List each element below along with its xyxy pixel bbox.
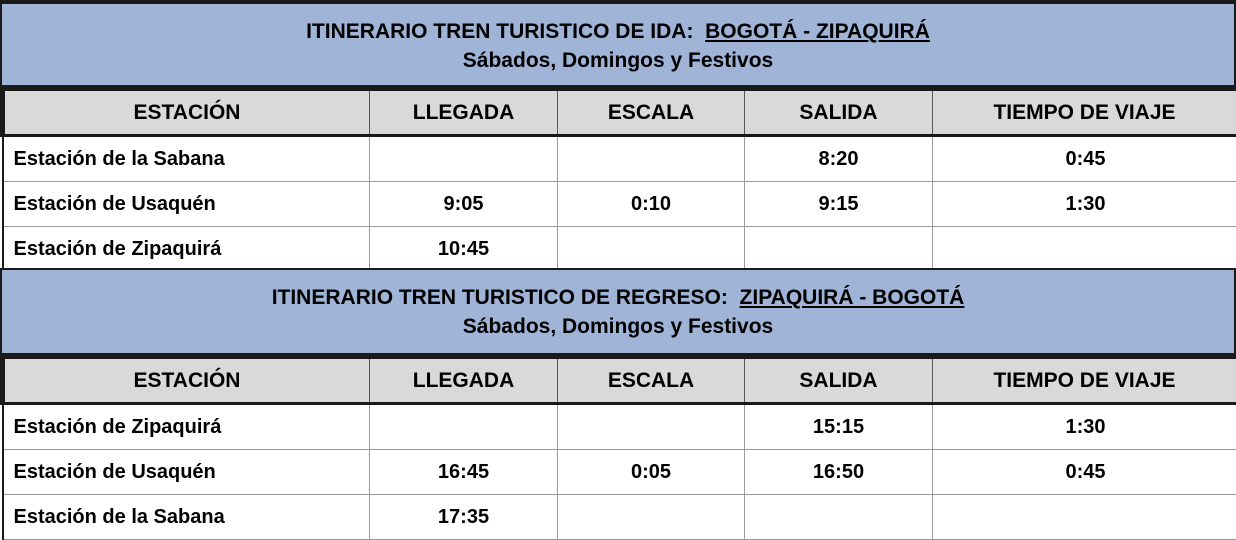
- regreso-subtitle: Sábados, Domingos y Festivos: [462, 315, 774, 338]
- escala-cell: [557, 135, 745, 182]
- regreso-route: ZIPAQUIRÁ - BOGOTÁ: [739, 286, 965, 309]
- table-row: Estación de Usaquén 16:45 0:05 16:50 0:4…: [1, 449, 1236, 495]
- ida-header-row: ESTACIÓN LLEGADA ESCALA SALIDA TIEMPO DE…: [0, 88, 1236, 137]
- table-row: Estación de Zipaquirá 15:15 1:30: [1, 403, 1236, 450]
- regreso-header-row: ESTACIÓN LLEGADA ESCALA SALIDA TIEMPO DE…: [0, 356, 1236, 405]
- llegada-cell: 10:45: [369, 226, 558, 272]
- escala-cell: 0:10: [557, 181, 745, 227]
- llegada-cell: 16:45: [369, 449, 558, 495]
- station-cell: Estación de Usaquén: [1, 449, 370, 495]
- ida-section: ITINERARIO TREN TURISTICO DE IDA: BOGOTÁ…: [0, 0, 1236, 272]
- salida-cell: [744, 494, 933, 540]
- station-cell: Estación de Zipaquirá: [1, 226, 370, 272]
- ida-title-band: ITINERARIO TREN TURISTICO DE IDA: BOGOTÁ…: [0, 0, 1236, 88]
- table-row: Estación de Usaquén 9:05 0:10 9:15 1:30: [1, 181, 1236, 227]
- header-tiempo-de-viaje: TIEMPO DE VIAJE: [932, 356, 1236, 405]
- header-escala: ESCALA: [557, 88, 745, 137]
- table-row: Estación de Zipaquirá 10:45: [1, 226, 1236, 272]
- header-llegada: LLEGADA: [369, 356, 558, 405]
- salida-cell: 8:20: [744, 135, 933, 182]
- salida-cell: 15:15: [744, 403, 933, 450]
- tiempo-cell: 1:30: [932, 403, 1236, 450]
- regreso-title-band: ITINERARIO TREN TURISTICO DE REGRESO: ZI…: [0, 268, 1236, 356]
- regreso-title: ITINERARIO TREN TURISTICO DE REGRESO: ZI…: [2, 270, 1234, 313]
- tiempo-cell: 1:30: [932, 181, 1236, 227]
- station-cell: Estación de Zipaquirá: [1, 403, 370, 450]
- tiempo-cell: [932, 226, 1236, 272]
- ida-subtitle: Sábados, Domingos y Festivos: [462, 49, 774, 72]
- llegada-cell: [369, 135, 558, 182]
- regreso-title-prefix: ITINERARIO TREN TURISTICO DE REGRESO:: [271, 286, 728, 309]
- llegada-cell: [369, 403, 558, 450]
- header-estacion: ESTACIÓN: [0, 88, 370, 137]
- escala-cell: [557, 403, 745, 450]
- station-cell: Estación de la Sabana: [1, 135, 370, 182]
- ida-table: ESTACIÓN LLEGADA ESCALA SALIDA TIEMPO DE…: [0, 88, 1236, 272]
- salida-cell: [744, 226, 933, 272]
- table-row: Estación de la Sabana 17:35: [1, 494, 1236, 540]
- header-llegada: LLEGADA: [369, 88, 558, 137]
- llegada-cell: 17:35: [369, 494, 558, 540]
- header-salida: SALIDA: [744, 356, 933, 405]
- llegada-cell: 9:05: [369, 181, 558, 227]
- ida-title-prefix: ITINERARIO TREN TURISTICO DE IDA:: [306, 20, 694, 43]
- header-estacion: ESTACIÓN: [0, 356, 370, 405]
- tiempo-cell: [932, 494, 1236, 540]
- salida-cell: 9:15: [744, 181, 933, 227]
- itinerary-sheet: ITINERARIO TREN TURISTICO DE IDA: BOGOTÁ…: [0, 0, 1236, 540]
- tiempo-cell: 0:45: [932, 135, 1236, 182]
- header-escala: ESCALA: [557, 356, 745, 405]
- tiempo-cell: 0:45: [932, 449, 1236, 495]
- regreso-section: ITINERARIO TREN TURISTICO DE REGRESO: ZI…: [0, 268, 1236, 540]
- ida-title: ITINERARIO TREN TURISTICO DE IDA: BOGOTÁ…: [2, 4, 1234, 47]
- ida-route: BOGOTÁ - ZIPAQUIRÁ: [705, 20, 930, 43]
- station-cell: Estación de la Sabana: [1, 494, 370, 540]
- station-cell: Estación de Usaquén: [1, 181, 370, 227]
- header-tiempo-de-viaje: TIEMPO DE VIAJE: [932, 88, 1236, 137]
- table-row: Estación de la Sabana 8:20 0:45: [1, 135, 1236, 182]
- header-salida: SALIDA: [744, 88, 933, 137]
- escala-cell: [557, 494, 745, 540]
- regreso-table: ESTACIÓN LLEGADA ESCALA SALIDA TIEMPO DE…: [0, 356, 1236, 540]
- escala-cell: [557, 226, 745, 272]
- salida-cell: 16:50: [744, 449, 933, 495]
- escala-cell: 0:05: [557, 449, 745, 495]
